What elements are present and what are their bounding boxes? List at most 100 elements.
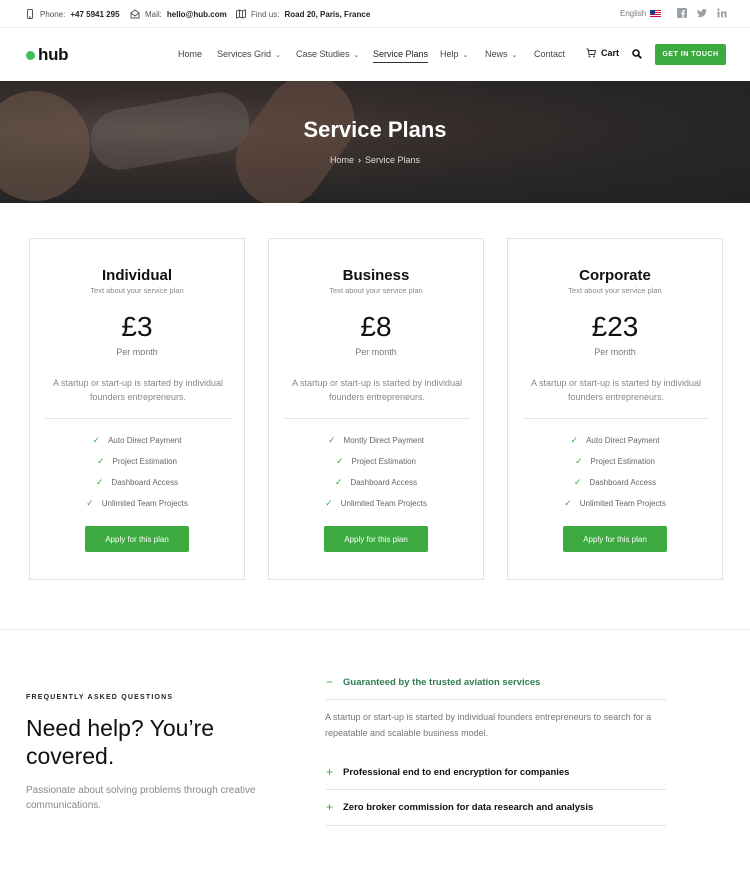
nav-item-label: Help xyxy=(440,49,459,59)
feature-label: Unlimited Team Projects xyxy=(101,499,188,508)
faq-divider xyxy=(326,699,666,700)
nav-item-label: Case Studies xyxy=(296,49,350,59)
nav-item-case-studies[interactable]: Case Studies ⌄ xyxy=(296,49,359,59)
mail-address[interactable]: hello@hub.com xyxy=(167,10,227,19)
plan-period: Per month xyxy=(355,347,397,357)
nav-item-home[interactable]: Home xyxy=(178,49,202,59)
feature-label: Auto Direct Payment xyxy=(586,436,660,445)
mail-info: Mail: hello@hub.com xyxy=(130,9,227,19)
plan-subtitle: Text about your service plan xyxy=(90,286,184,295)
apply-plan-button[interactable]: Apply for this plan xyxy=(324,526,428,552)
breadcrumb: Home › Service Plans xyxy=(0,155,750,165)
faq-intro: Passionate about solving problems throug… xyxy=(26,785,256,811)
plan-feature: ✓ Auto Direct Payment xyxy=(30,435,244,446)
map-icon xyxy=(236,9,246,19)
check-icon: ✓ xyxy=(325,498,333,508)
check-icon: ✓ xyxy=(564,498,572,508)
feature-label: Project Estimation xyxy=(351,457,416,466)
nav-item-services-grid[interactable]: Services Grid ⌄ xyxy=(217,49,281,59)
breadcrumb-home[interactable]: Home xyxy=(330,155,354,165)
language-selector[interactable]: English xyxy=(620,9,662,18)
faq-question-label: Guaranteed by the trusted aviation servi… xyxy=(343,676,541,688)
plus-icon: + xyxy=(326,765,334,779)
phone-info: Phone: +47 5941 295 xyxy=(25,9,120,19)
plan-period: Per month xyxy=(594,347,636,357)
feature-label: Dashboard Access xyxy=(111,478,179,487)
address-info: Find us: Road 20, Paris, France xyxy=(236,9,370,19)
plan-feature: ✓ Unlimited Team Projects xyxy=(269,498,483,509)
faq-question-1[interactable]: − Guaranteed by the trusted aviation ser… xyxy=(326,675,666,689)
logo-text: hub xyxy=(38,45,69,64)
plan-name: Individual xyxy=(101,267,172,284)
mail-label: Mail: xyxy=(145,9,162,19)
apply-plan-button[interactable]: Apply for this plan xyxy=(85,526,189,552)
plan-feature: ✓ Unlimited Team Projects xyxy=(508,498,722,509)
feature-label: Project Estimation xyxy=(590,457,655,466)
minus-icon: − xyxy=(326,675,334,689)
check-icon: ✓ xyxy=(95,477,104,487)
phone-label: Phone: xyxy=(40,9,66,19)
logo[interactable]: hub xyxy=(26,45,69,65)
phone-number[interactable]: +47 5941 295 xyxy=(70,10,119,19)
search-icon[interactable] xyxy=(632,49,642,59)
plan-price: £3 xyxy=(121,311,153,342)
plan-feature: ✓ Dashboard Access xyxy=(269,477,483,488)
check-icon: ✓ xyxy=(335,456,344,466)
logo-dot-icon xyxy=(26,50,35,60)
nav-item-label: Services Grid xyxy=(217,49,272,59)
feature-label: Unlimited Team Projects xyxy=(340,499,427,508)
check-icon: ✓ xyxy=(92,435,101,445)
plan-card-individual: Individual Text about your service plan … xyxy=(29,238,245,580)
chevron-down-icon: ⌄ xyxy=(275,52,281,59)
plan-name: Corporate xyxy=(579,267,651,284)
faq-question-2[interactable]: + Professional end to end encryption for… xyxy=(326,765,666,779)
twitter-icon[interactable] xyxy=(697,8,707,18)
facebook-icon[interactable] xyxy=(677,8,687,18)
language-label: English xyxy=(620,9,647,18)
nav-item-help[interactable]: Help ⌄ xyxy=(440,49,468,59)
page-hero: Service Plans Home › Service Plans xyxy=(0,81,750,203)
nav-item-service-plans[interactable]: Service Plans xyxy=(373,49,429,63)
plan-card-corporate: Corporate Text about your service plan £… xyxy=(507,238,723,580)
feature-label: Auto Direct Payment xyxy=(108,436,182,445)
phone-icon xyxy=(27,9,33,19)
faq-question-label: Zero broker commission for data research… xyxy=(343,801,594,813)
linkedin-icon[interactable] xyxy=(717,8,727,18)
breadcrumb-current: Service Plans xyxy=(364,155,421,165)
nav-item-contact[interactable]: Contact xyxy=(534,49,565,59)
plan-price: £8 xyxy=(360,311,392,342)
check-icon: ✓ xyxy=(573,477,582,487)
cart-link[interactable]: Cart xyxy=(586,48,619,58)
nav-item-label: News xyxy=(485,49,508,59)
faq-question-3[interactable]: + Zero broker commission for data resear… xyxy=(326,800,666,814)
plan-subtitle: Text about your service plan xyxy=(568,286,662,295)
cart-icon xyxy=(586,48,596,58)
nav-item-label: Home xyxy=(178,49,203,59)
faq-kicker: FREQUENTLY ASKED QUESTIONS xyxy=(26,694,174,701)
get-in-touch-button[interactable]: GET IN TOUCH xyxy=(655,44,726,65)
nav-item-news[interactable]: News ⌄ xyxy=(485,49,517,59)
plan-description: A startup or start-up is started by indi… xyxy=(530,378,702,402)
chevron-down-icon: ⌄ xyxy=(462,52,469,59)
plan-card-business: Business Text about your service plan £8… xyxy=(268,238,484,580)
check-icon: ✓ xyxy=(570,435,579,445)
plan-feature: ✓ Unlimited Team Projects xyxy=(30,498,244,509)
plan-feature: ✓ Project Estimation xyxy=(269,456,483,467)
plan-divider xyxy=(523,418,709,419)
main-nav: hub Home Services Grid ⌄ Case Studies ⌄ Se… xyxy=(0,28,750,81)
apply-plan-button[interactable]: Apply for this plan xyxy=(563,526,667,552)
cart-label: Cart xyxy=(601,48,620,58)
faq-question-label: Professional end to end encryption for c… xyxy=(343,766,570,778)
plan-subtitle: Text about your service plan xyxy=(329,286,423,295)
us-flag-icon xyxy=(650,9,662,18)
top-bar: Phone: +47 5941 295 Mail: hello@hub.com … xyxy=(0,0,750,28)
feature-label: Unlimited Team Projects xyxy=(579,499,666,508)
plan-period: Per month xyxy=(116,347,158,357)
check-icon: ✓ xyxy=(86,498,94,508)
feature-label: Project Estimation xyxy=(112,457,177,466)
address-value: Road 20, Paris, France xyxy=(284,9,371,19)
check-icon: ✓ xyxy=(574,456,583,466)
faq-answer: A startup or start-up is started by indi… xyxy=(325,712,652,738)
faq-divider xyxy=(326,789,666,790)
plan-feature: ✓ Project Estimation xyxy=(30,456,244,467)
